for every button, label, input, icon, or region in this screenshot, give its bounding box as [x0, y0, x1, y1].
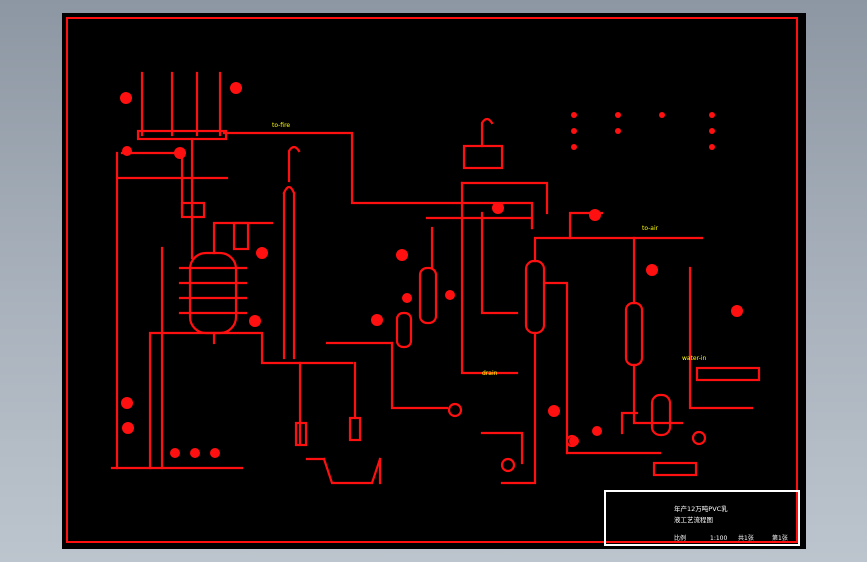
tank-line [460, 181, 549, 215]
line-label-drain: drain [482, 370, 498, 377]
process-flow-diagram [110, 71, 761, 485]
mid-loop-2 [425, 216, 534, 230]
column-top [282, 185, 296, 195]
column-main-bottom [500, 331, 537, 485]
column-main [524, 259, 546, 335]
vessel-v3 [395, 311, 413, 349]
tank-top [462, 144, 504, 170]
tank-line-2 [460, 181, 519, 375]
reactor [188, 251, 238, 335]
sheet-number: 第1张 [772, 535, 788, 542]
receiver [650, 393, 672, 437]
scale-label: 比例 [674, 535, 687, 542]
bottom-skid [652, 461, 698, 477]
column-right [624, 301, 644, 367]
vessel-v2 [418, 266, 438, 325]
scale-value: 1:100 [710, 535, 728, 542]
line-label-water-in: water-in [682, 355, 707, 362]
title-block: 年产12万吨PVC乳 液工艺流程图 比例 1:100 共1张 第1张 [604, 490, 800, 546]
reactor-line-top [222, 131, 534, 230]
column-hook [287, 145, 301, 183]
tank-hook [480, 117, 494, 148]
column-main-top [533, 236, 704, 263]
hopper-in [305, 457, 382, 485]
right-loop-2 [688, 266, 754, 410]
pump-line [480, 431, 524, 465]
mid-line-4 [480, 211, 519, 315]
pump-2 [500, 457, 516, 473]
hopper [322, 457, 382, 485]
heat-exchanger [695, 366, 761, 382]
mid-loop-1 [390, 341, 449, 410]
pump-3 [691, 430, 707, 446]
bottom-right [565, 411, 662, 455]
pump-1 [447, 402, 463, 418]
line-label-exhaust: to-air [642, 225, 659, 232]
reactor-outlet [150, 331, 264, 365]
title-line-1: 年产12万吨PVC乳 [674, 505, 728, 513]
condenser-box [232, 221, 250, 251]
column-side [542, 281, 569, 455]
line-label-to-fire: to-fire [272, 122, 291, 129]
column-right-bottom [632, 363, 684, 425]
drawing-sheet: to-fire to-air drain water-in 年产12万吨PVC乳… [62, 13, 806, 549]
legend-glyphs [571, 112, 715, 150]
drum-2 [348, 416, 362, 442]
sheet-label: 共1张 [738, 535, 754, 542]
feed-header [136, 129, 228, 141]
line-b [120, 151, 184, 215]
title-line-2: 液工艺流程图 [674, 516, 713, 524]
